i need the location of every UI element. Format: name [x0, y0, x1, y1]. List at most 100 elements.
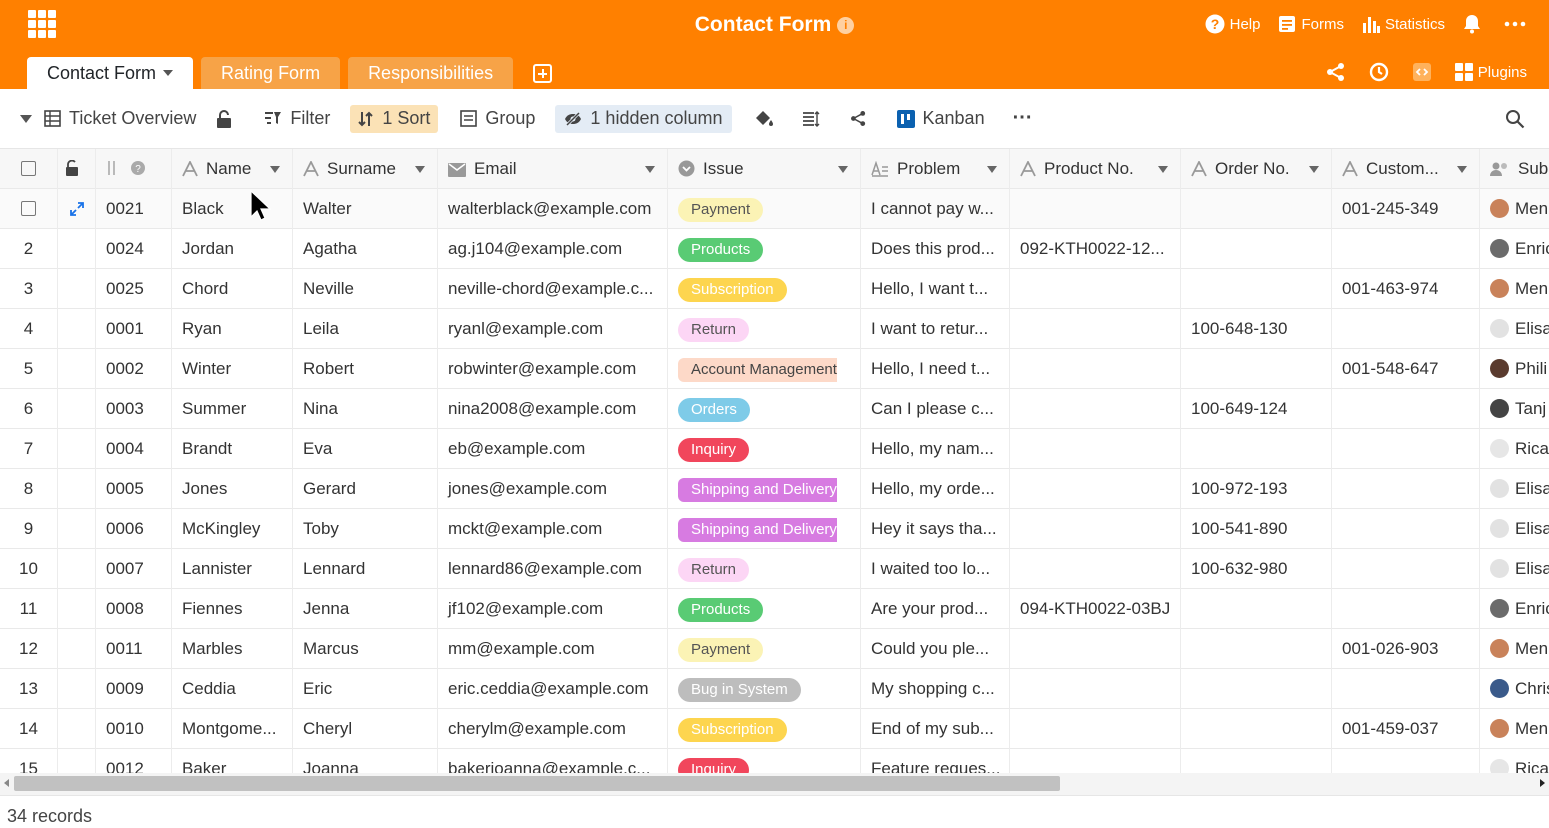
order-cell[interactable]	[1181, 349, 1332, 389]
customer-cell[interactable]: 001-463-974	[1332, 269, 1480, 309]
share-button[interactable]	[1326, 62, 1351, 82]
name-cell[interactable]: Black	[172, 189, 293, 229]
row-number[interactable]: 12	[0, 629, 58, 669]
customer-cell[interactable]: 001-245-349	[1332, 189, 1480, 229]
row-controls[interactable]	[58, 389, 96, 429]
product-cell[interactable]	[1010, 469, 1181, 509]
collaborator-cell[interactable]: Phili	[1480, 349, 1549, 389]
problem-cell[interactable]: Can I please c...	[861, 389, 1010, 429]
collaborator-cell[interactable]: Chris	[1480, 669, 1549, 709]
issue-cell[interactable]: Subscription	[668, 709, 861, 749]
view-selector[interactable]: Ticket Overview	[20, 105, 196, 133]
problem-cell[interactable]: Hello, I need t...	[861, 349, 1010, 389]
search-button[interactable]	[1505, 105, 1533, 133]
expand-row-icon[interactable]	[70, 202, 84, 216]
customer-cell[interactable]	[1332, 589, 1480, 629]
collaborator-cell[interactable]: Men	[1480, 269, 1549, 309]
issue-cell[interactable]: Return	[668, 549, 861, 589]
notifications-button[interactable]	[1463, 14, 1486, 34]
row-controls[interactable]	[58, 709, 96, 749]
issue-cell[interactable]: Inquiry	[668, 429, 861, 469]
column-header-customer[interactable]: Custom...	[1332, 149, 1480, 189]
id-cell[interactable]: 0012	[96, 749, 172, 773]
chevron-down-icon[interactable]	[1457, 166, 1467, 173]
name-cell[interactable]: Montgome...	[172, 709, 293, 749]
email-cell[interactable]: jones@example.com	[438, 469, 668, 509]
order-cell[interactable]: 100-649-124	[1181, 389, 1332, 429]
row-number[interactable]: 11	[0, 589, 58, 629]
row-controls[interactable]	[58, 429, 96, 469]
collaborator-cell[interactable]: Elisa	[1480, 309, 1549, 349]
row-number[interactable]: 5	[0, 349, 58, 389]
issue-cell[interactable]: Inquiry	[668, 749, 861, 773]
row-controls[interactable]	[58, 349, 96, 389]
row-checkbox[interactable]	[21, 201, 36, 216]
order-cell[interactable]: 100-632-980	[1181, 549, 1332, 589]
customer-cell[interactable]: 001-459-037	[1332, 709, 1480, 749]
tab-rating-form[interactable]: Rating Form	[201, 57, 341, 89]
chevron-down-icon[interactable]	[163, 70, 174, 76]
product-cell[interactable]	[1010, 709, 1181, 749]
add-table-icon[interactable]	[533, 64, 553, 83]
order-cell[interactable]	[1181, 629, 1332, 669]
chevron-down-icon[interactable]	[1158, 166, 1168, 173]
chevron-down-icon[interactable]	[415, 166, 425, 173]
product-cell[interactable]: 094-KTH0022-03BJ	[1010, 589, 1181, 629]
customer-cell[interactable]	[1332, 549, 1480, 589]
table-row[interactable]: 10 0007 Lannister Lennard lennard86@example.…	[0, 549, 1549, 589]
problem-cell[interactable]: Hey it says tha...	[861, 509, 1010, 549]
tab-contact-form[interactable]: Contact Form	[27, 57, 194, 89]
name-cell[interactable]: Ryan	[172, 309, 293, 349]
row-number[interactable]: 14	[0, 709, 58, 749]
customer-cell[interactable]	[1332, 389, 1480, 429]
plugins-button[interactable]: Plugins	[1454, 63, 1527, 81]
row-height-button[interactable]	[802, 105, 828, 133]
problem-cell[interactable]: Could you ple...	[861, 629, 1010, 669]
problem-cell[interactable]: My shopping c...	[861, 669, 1010, 709]
scroll-left-icon[interactable]	[4, 779, 9, 787]
table-row[interactable]: 9 0006 McKingley Toby mckt@example.com Shippi…	[0, 509, 1549, 549]
issue-cell[interactable]: Account Management	[668, 349, 861, 389]
email-cell[interactable]: jf102@example.com	[438, 589, 668, 629]
table-row[interactable]: 5 0002 Winter Robert robwinter@example.com Ac…	[0, 349, 1549, 389]
id-cell[interactable]: 0002	[96, 349, 172, 389]
unlock-icon[interactable]	[58, 149, 96, 189]
email-cell[interactable]: lennard86@example.com	[438, 549, 668, 589]
table-row[interactable]: 0021 Black Walter walterblack@example.com Pa…	[0, 189, 1549, 229]
customer-cell[interactable]: 001-026-903	[1332, 629, 1480, 669]
product-cell[interactable]	[1010, 749, 1181, 773]
name-cell[interactable]: Chord	[172, 269, 293, 309]
table-row[interactable]: 8 0005 Jones Gerard jones@example.com Shippin…	[0, 469, 1549, 509]
email-cell[interactable]: eb@example.com	[438, 429, 668, 469]
row-number[interactable]: 9	[0, 509, 58, 549]
name-cell[interactable]: Jordan	[172, 229, 293, 269]
table-row[interactable]: 13 0009 Ceddia Eric eric.ceddia@example.com B…	[0, 669, 1549, 709]
forms-button[interactable]: Forms	[1278, 15, 1344, 33]
product-cell[interactable]	[1010, 429, 1181, 469]
chevron-down-icon[interactable]	[838, 166, 848, 173]
info-icon[interactable]: i	[837, 17, 855, 34]
email-cell[interactable]: cherylm@example.com	[438, 709, 668, 749]
table-row[interactable]: 15 0012 Baker Joanna bakerjoanna@example.c..…	[0, 749, 1549, 773]
column-header-product-no[interactable]: Product No.	[1010, 149, 1181, 189]
row-number[interactable]: 15	[0, 749, 58, 773]
problem-cell[interactable]: End of my sub...	[861, 709, 1010, 749]
id-cell[interactable]: 0010	[96, 709, 172, 749]
scroll-right-icon[interactable]	[1540, 779, 1545, 787]
customer-cell[interactable]: 001-548-647	[1332, 349, 1480, 389]
surname-cell[interactable]: Lennard	[293, 549, 438, 589]
scripts-button[interactable]	[1412, 62, 1437, 82]
row-number[interactable]: 6	[0, 389, 58, 429]
column-header-sub[interactable]: Sub	[1480, 149, 1549, 189]
email-cell[interactable]: nina2008@example.com	[438, 389, 668, 429]
collaborator-cell[interactable]: Enric	[1480, 589, 1549, 629]
surname-cell[interactable]: Leila	[293, 309, 438, 349]
surname-cell[interactable]: Jenna	[293, 589, 438, 629]
surname-cell[interactable]: Eric	[293, 669, 438, 709]
table-row[interactable]: 7 0004 Brandt Eva eb@example.com Inquiry Hello…	[0, 429, 1549, 469]
row-controls[interactable]	[58, 189, 96, 229]
table-row[interactable]: 12 0011 Marbles Marcus mm@example.com Payment…	[0, 629, 1549, 669]
surname-cell[interactable]: Nina	[293, 389, 438, 429]
id-cell[interactable]: 0025	[96, 269, 172, 309]
order-cell[interactable]	[1181, 429, 1332, 469]
